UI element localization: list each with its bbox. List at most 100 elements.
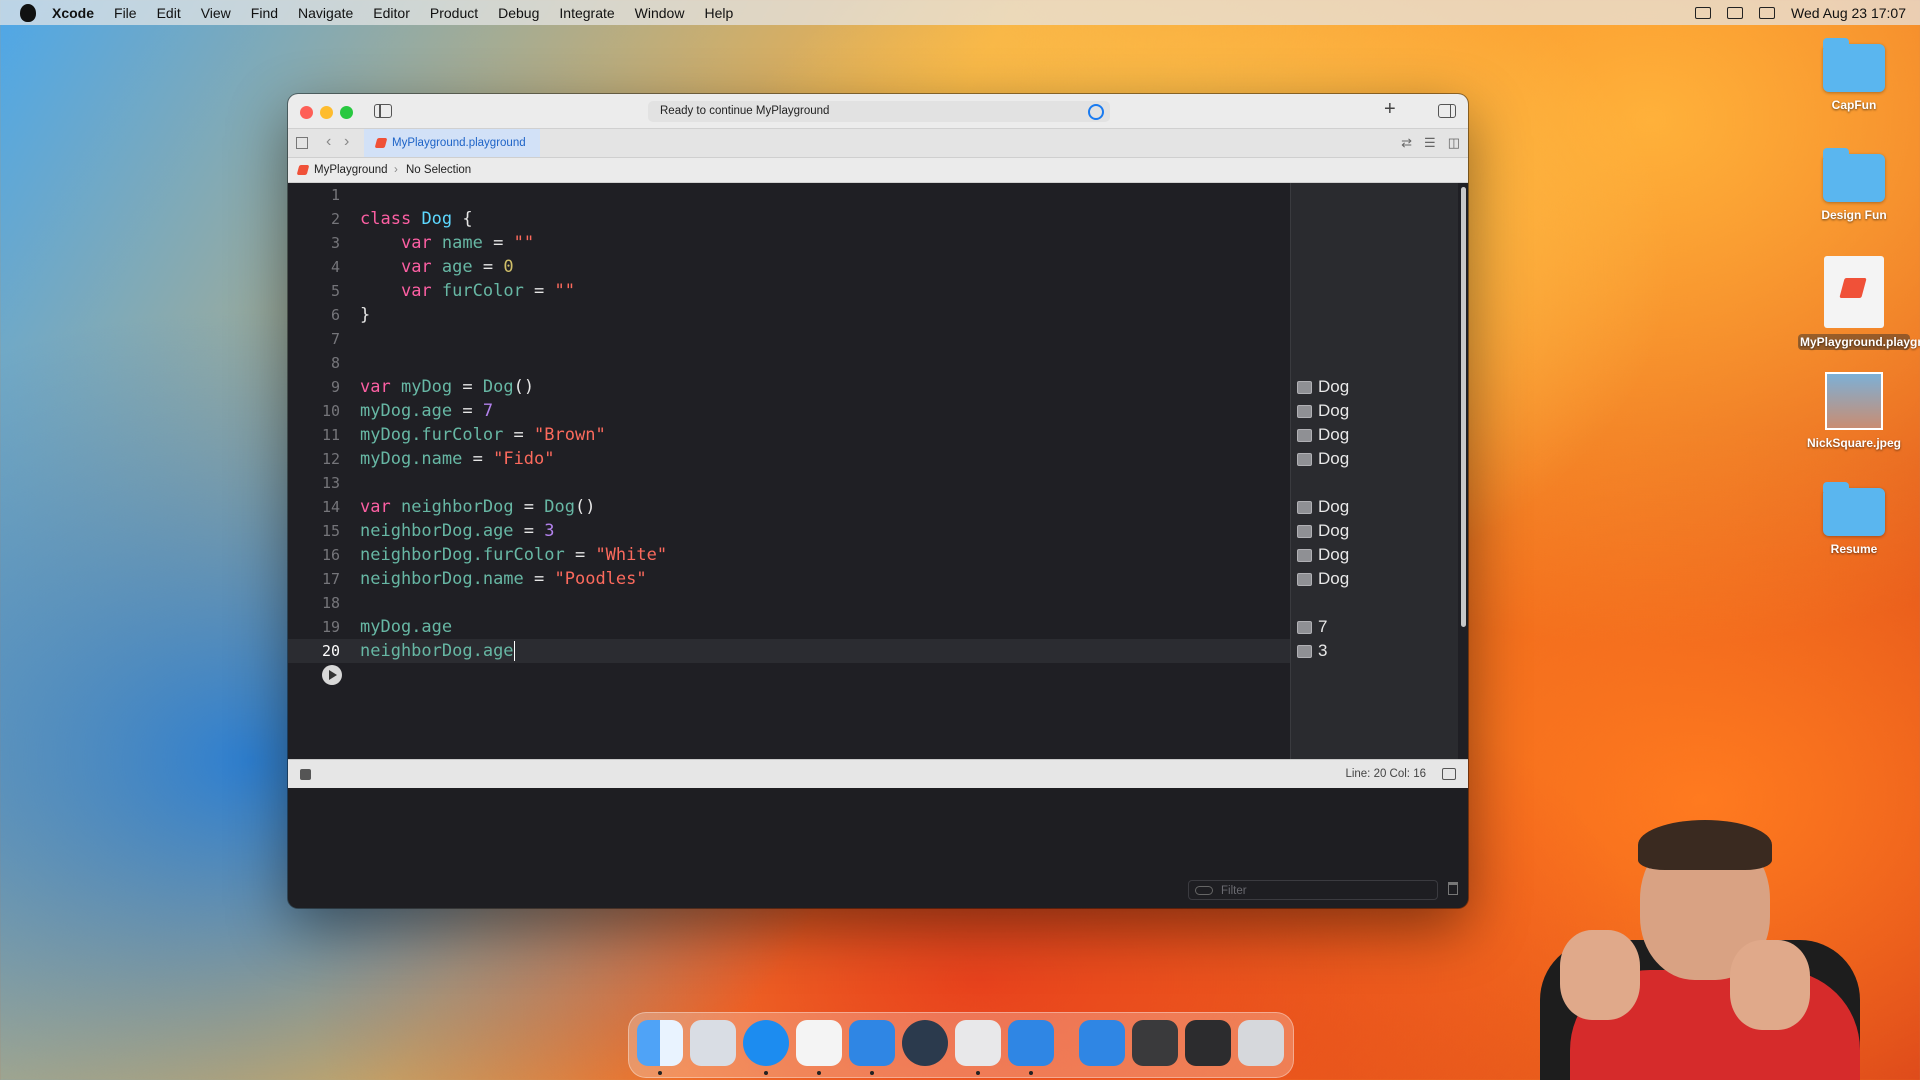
display-icon[interactable] — [1695, 6, 1712, 19]
code-line-6[interactable]: } — [360, 303, 370, 327]
code-line-19[interactable]: myDog.age — [360, 615, 452, 639]
result-row[interactable]: Dog — [1297, 543, 1349, 567]
menu-help[interactable]: Help — [704, 5, 733, 21]
code-line-2[interactable]: class Dog { — [360, 207, 473, 231]
xcode-beta-icon[interactable] — [849, 1020, 895, 1066]
code-line-10[interactable]: myDog.age = 7 — [360, 399, 493, 423]
library-add-button[interactable]: + — [1384, 98, 1396, 121]
inspector-toggle-icon[interactable] — [1438, 104, 1456, 118]
safari-icon[interactable] — [743, 1020, 789, 1066]
code-line-3[interactable]: var name = "" — [360, 231, 534, 255]
menu-window[interactable]: Window — [635, 5, 685, 21]
launchpad-icon[interactable] — [690, 1020, 736, 1066]
quick-look-icon[interactable] — [1297, 428, 1312, 442]
code-line-15[interactable]: neighborDog.age = 3 — [360, 519, 555, 543]
iphone-simulator-icon[interactable] — [1185, 1020, 1231, 1066]
quick-look-icon[interactable] — [1297, 380, 1312, 394]
menu-product[interactable]: Product — [430, 5, 478, 21]
editor-scrollbar[interactable] — [1458, 183, 1468, 759]
quick-look-icon[interactable] — [1297, 644, 1312, 658]
quick-look-icon[interactable] — [1297, 572, 1312, 586]
result-row[interactable]: 7 — [1297, 615, 1327, 639]
menu-integrate[interactable]: Integrate — [559, 5, 614, 21]
property: .age — [411, 617, 453, 637]
breadcrumb-selection[interactable]: No Selection — [406, 158, 471, 182]
menu-debug[interactable]: Debug — [498, 5, 539, 21]
scroll-thumb[interactable] — [1461, 187, 1466, 627]
system-settings-icon[interactable] — [955, 1020, 1001, 1066]
finder-icon[interactable] — [637, 1020, 683, 1066]
forward-chevron-icon[interactable]: › — [344, 133, 349, 151]
swift-icon — [1839, 278, 1867, 298]
trash-icon[interactable] — [1238, 1020, 1284, 1066]
xcode-icon[interactable] — [1008, 1020, 1054, 1066]
line-number: 2 — [330, 210, 340, 228]
code-line-4[interactable]: var age = 0 — [360, 255, 514, 279]
menu-file[interactable]: File — [114, 5, 137, 21]
source-editor[interactable]: 1 2 3 4 5 6 7 8 9 10 11 12 13 14 15 16 17 18 19 20 class Do… — [288, 183, 1459, 759]
code-area[interactable]: class Dog { var name = "" var age = 0 va… — [360, 183, 1290, 759]
clear-console-trash-icon[interactable] — [1448, 882, 1458, 895]
code-line-12[interactable]: myDog.name = "Fido" — [360, 447, 555, 471]
code-line-20[interactable]: neighborDog.age — [360, 639, 516, 663]
quick-look-icon[interactable] — [1297, 548, 1312, 562]
quick-look-icon[interactable] — [1297, 500, 1312, 514]
result-row[interactable]: Dog — [1297, 567, 1349, 591]
menu-editor[interactable]: Editor — [373, 5, 410, 21]
desktop-folder-capfun[interactable]: CapFun — [1798, 38, 1910, 112]
breadcrumb-project[interactable]: MyPlayground — [314, 158, 388, 182]
apple-menu-icon[interactable] — [20, 3, 36, 22]
quick-look-icon[interactable] — [1297, 404, 1312, 418]
tab-myplayground[interactable]: MyPlayground.playground — [364, 129, 540, 157]
code-line-16[interactable]: neighborDog.furColor = "White" — [360, 543, 667, 567]
result-row[interactable]: 3 — [1297, 639, 1327, 663]
menu-view[interactable]: View — [201, 5, 231, 21]
refresh-icon[interactable]: ⇄ — [1401, 135, 1412, 151]
code-line-5[interactable]: var furColor = "" — [360, 279, 575, 303]
editor-options-icon[interactable]: ☰ — [1424, 135, 1436, 151]
run-playground-button[interactable] — [322, 665, 342, 685]
result-row[interactable]: Dog — [1297, 423, 1349, 447]
simulator-icon[interactable] — [1132, 1020, 1178, 1066]
result-row[interactable]: Dog — [1297, 495, 1349, 519]
back-chevron-icon[interactable]: ‹ — [326, 133, 331, 151]
line-number: 5 — [330, 282, 340, 300]
code-line-11[interactable]: myDog.furColor = "Brown" — [360, 423, 606, 447]
split-editor-icon[interactable]: ◫ — [1448, 135, 1460, 151]
type-name: Dog — [482, 377, 514, 397]
related-items-grid-icon[interactable] — [296, 137, 308, 149]
control-center-icon[interactable] — [1759, 6, 1776, 19]
desktop-file-photo[interactable]: NickSquare.jpeg — [1798, 372, 1910, 450]
result-row[interactable]: Dog — [1297, 447, 1349, 471]
zoom-window-button[interactable] — [340, 106, 353, 119]
quick-look-icon[interactable] — [1297, 524, 1312, 538]
brave-browser-icon[interactable] — [796, 1020, 842, 1066]
quicktime-icon[interactable] — [902, 1020, 948, 1066]
menu-navigate[interactable]: Navigate — [298, 5, 353, 21]
result-row[interactable]: Dog — [1297, 399, 1349, 423]
stop-playground-button[interactable] — [300, 769, 311, 780]
menu-app-xcode[interactable]: Xcode — [52, 5, 94, 21]
menu-find[interactable]: Find — [251, 5, 278, 21]
code-line-9[interactable]: var myDog = Dog() — [360, 375, 534, 399]
desktop-file-playground[interactable]: MyPlayground.playground — [1798, 256, 1920, 350]
code-line-14[interactable]: var neighborDog = Dog() — [360, 495, 595, 519]
close-window-button[interactable] — [300, 106, 313, 119]
desktop-folder-resume[interactable]: Resume — [1798, 482, 1910, 556]
result-row[interactable]: Dog — [1297, 375, 1349, 399]
screen-record-icon[interactable] — [1727, 6, 1744, 19]
navigator-toggle-icon[interactable] — [374, 104, 392, 118]
property: .furColor — [472, 545, 565, 565]
code-line-17[interactable]: neighborDog.name = "Poodles" — [360, 567, 647, 591]
debug-area-toggle-icon[interactable] — [1442, 768, 1456, 780]
menu-edit[interactable]: Edit — [157, 5, 181, 21]
result-row[interactable]: Dog — [1297, 519, 1349, 543]
quick-look-icon[interactable] — [1297, 620, 1312, 634]
desktop-folder-design-fun[interactable]: Design Fun — [1798, 148, 1910, 222]
instruments-icon[interactable] — [1079, 1020, 1125, 1066]
menu-clock[interactable]: Wed Aug 23 17:07 — [1791, 5, 1906, 21]
console-filter-field[interactable]: Filter — [1188, 880, 1438, 900]
minimize-window-button[interactable] — [320, 106, 333, 119]
quick-look-icon[interactable] — [1297, 452, 1312, 466]
console-area[interactable]: Filter — [288, 788, 1468, 908]
